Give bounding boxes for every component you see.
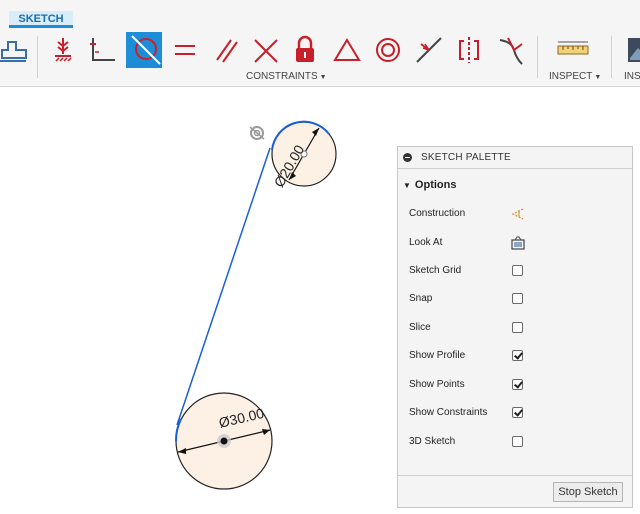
palette-header: SKETCH PALETTE xyxy=(398,147,632,169)
option-look-at: Look At xyxy=(409,233,629,253)
option-show-points: Show Points xyxy=(409,375,629,395)
toolbar-separator xyxy=(37,36,38,78)
option-slice: Slice xyxy=(409,318,629,338)
slice-checkbox[interactable] xyxy=(512,322,523,333)
option-sketch-grid: Sketch Grid xyxy=(409,261,629,281)
show-profile-checkbox[interactable] xyxy=(512,350,523,361)
palette-title: SKETCH PALETTE xyxy=(421,152,511,163)
toolbar-separator xyxy=(537,36,538,78)
midpoint-icon[interactable] xyxy=(411,32,447,68)
parallel-icon[interactable] xyxy=(207,32,243,68)
dropdown-caret-icon: ▼ xyxy=(594,74,602,81)
option-3d-sketch: 3D Sketch xyxy=(409,432,629,452)
constraints-group-label[interactable]: CONSTRAINTS ▼ xyxy=(246,71,327,82)
symmetry-icon[interactable] xyxy=(451,32,487,68)
sketch-palette: SKETCH PALETTE ▼ Options Construction Loo… xyxy=(397,146,633,508)
option-show-constraints: Show Constraints xyxy=(409,403,629,423)
tab-sketch[interactable]: SKETCH xyxy=(9,11,73,28)
ribbon-toolbar: SKETCH CONSTRAINTS ▼ INSPECT ▼ INS xyxy=(0,0,640,87)
tangent-line-left xyxy=(176,147,271,426)
measure-icon[interactable] xyxy=(555,32,591,68)
tangent-icon[interactable] xyxy=(126,32,162,68)
inspect-group-label[interactable]: INSPECT ▼ xyxy=(549,71,601,82)
construction-icon[interactable] xyxy=(510,206,526,222)
options-section-header[interactable]: ▼ Options xyxy=(403,179,456,191)
lock-icon[interactable] xyxy=(287,32,323,68)
option-snap: Snap xyxy=(409,289,629,309)
curvature-icon[interactable] xyxy=(492,32,528,68)
palette-divider xyxy=(398,475,632,476)
concentric-icon[interactable] xyxy=(370,32,406,68)
finish-profile-icon[interactable] xyxy=(0,32,30,68)
look-at-icon[interactable] xyxy=(510,235,526,251)
insert-group-label[interactable]: INS xyxy=(624,71,640,82)
equal-icon[interactable] xyxy=(167,32,203,68)
snap-checkbox[interactable] xyxy=(512,293,523,304)
dropdown-caret-icon: ▼ xyxy=(319,74,327,81)
show-constraints-checkbox[interactable] xyxy=(512,407,523,418)
perpendicular-icon[interactable] xyxy=(247,32,283,68)
option-show-profile: Show Profile xyxy=(409,346,629,366)
3d-sketch-checkbox[interactable] xyxy=(512,436,523,447)
fix-unfix-icon[interactable] xyxy=(45,32,81,68)
collapse-icon[interactable] xyxy=(403,153,412,162)
expand-triangle-icon: ▼ xyxy=(403,181,411,190)
tangent-constraint-glyph xyxy=(249,126,265,140)
stop-sketch-button[interactable]: Stop Sketch xyxy=(553,482,623,502)
show-points-checkbox[interactable] xyxy=(512,379,523,390)
toolbar-separator xyxy=(611,36,612,78)
triangle-icon[interactable] xyxy=(329,32,365,68)
perpendicular-dimension-icon[interactable] xyxy=(85,32,121,68)
large-center-point xyxy=(220,437,228,445)
sketch-grid-checkbox[interactable] xyxy=(512,265,523,276)
option-construction: Construction xyxy=(409,204,629,224)
insert-image-icon[interactable] xyxy=(622,32,640,68)
